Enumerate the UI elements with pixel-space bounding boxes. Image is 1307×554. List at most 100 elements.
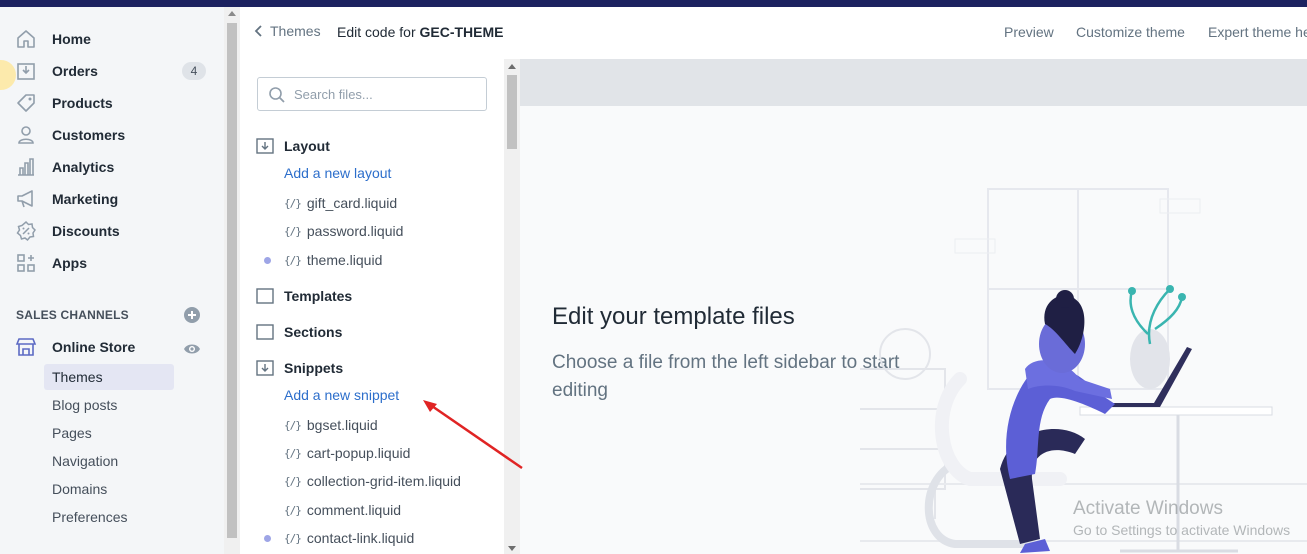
sub-item-domains[interactable]: Domains	[44, 476, 174, 502]
liquid-file-icon: {/}	[284, 196, 302, 210]
file-theme[interactable]: {/} theme.liquid	[284, 250, 382, 270]
folder-label-layout: Layout	[284, 138, 330, 154]
editor-tab-bar	[520, 59, 1307, 106]
empty-state-title: Edit your template files	[552, 303, 795, 330]
folder-sections[interactable]: Sections	[256, 321, 342, 343]
theme-name: GEC-THEME	[419, 24, 504, 40]
file-name: theme.liquid	[306, 252, 383, 268]
scrollbar-thumb[interactable]	[507, 75, 517, 149]
nav-label-home: Home	[52, 31, 91, 47]
liquid-file-icon: {/}	[284, 253, 302, 267]
liquid-file-icon: {/}	[284, 503, 302, 517]
folder-templates[interactable]: Templates	[256, 285, 352, 307]
editor-header: Themes Edit code for GEC-THEME Preview C…	[240, 7, 1307, 59]
scroll-down-arrow-icon[interactable]	[508, 546, 516, 551]
file-password[interactable]: {/} password.liquid	[284, 221, 403, 241]
sub-item-blog-posts[interactable]: Blog posts	[44, 392, 174, 418]
customize-theme-link[interactable]: Customize theme	[1076, 24, 1185, 40]
preview-link[interactable]: Preview	[1004, 24, 1054, 40]
page-title: Edit code for GEC-THEME	[337, 24, 504, 40]
nav-item-orders[interactable]: Orders 4	[0, 55, 224, 87]
add-new-snippet-link[interactable]: Add a new snippet	[284, 387, 399, 403]
back-label: Themes	[270, 23, 321, 39]
admin-sidebar: Home Orders 4 Products Customers Analyti…	[0, 7, 224, 554]
file-comment[interactable]: {/} comment.liquid	[284, 500, 401, 520]
file-sidebar: Layout Add a new layout {/} gift_card.liq…	[240, 59, 504, 554]
search-box[interactable]	[257, 77, 487, 111]
folder-layout[interactable]: Layout	[256, 135, 330, 157]
orders-icon	[14, 59, 38, 83]
file-bgset[interactable]: {/} bgset.liquid	[284, 415, 378, 435]
search-icon	[269, 87, 285, 103]
file-collection-grid-item[interactable]: {/} collection-grid-item.liquid	[284, 471, 461, 491]
liquid-file-icon: {/}	[284, 446, 302, 460]
nav-label-marketing: Marketing	[52, 191, 119, 207]
discount-icon	[14, 219, 38, 243]
file-name: bgset.liquid	[306, 417, 378, 433]
liquid-file-icon: {/}	[284, 224, 302, 238]
windows-activation-watermark: Activate Windows Go to Settings to activ…	[1073, 498, 1290, 538]
nav-item-customers[interactable]: Customers	[0, 119, 224, 151]
view-store-eye-icon[interactable]	[183, 340, 201, 358]
scroll-up-arrow-icon[interactable]	[228, 11, 236, 16]
scroll-up-arrow-icon[interactable]	[508, 64, 516, 69]
file-name: comment.liquid	[306, 502, 402, 518]
folder-snippets[interactable]: Snippets	[256, 357, 343, 379]
folder-label-sections: Sections	[284, 324, 343, 340]
liquid-file-icon: {/}	[284, 531, 302, 545]
top-bar	[0, 0, 1307, 7]
file-name: gift_card.liquid	[306, 195, 398, 211]
expert-theme-help-link[interactable]: Expert theme he	[1208, 24, 1307, 40]
search-files-input[interactable]	[294, 85, 479, 103]
chevron-left-icon	[254, 25, 262, 37]
folder-label-snippets: Snippets	[284, 360, 344, 376]
orders-count-badge: 4	[182, 62, 206, 80]
tag-icon	[14, 91, 38, 115]
folder-icon	[256, 288, 274, 304]
file-sidebar-scrollbar[interactable]	[504, 59, 520, 554]
nav-item-home[interactable]: Home	[0, 23, 224, 55]
nav-item-discounts[interactable]: Discounts	[0, 215, 224, 247]
modified-dot-icon	[264, 535, 271, 542]
sales-channels-heading: SALES CHANNELS	[16, 308, 129, 322]
file-name: cart-popup.liquid	[306, 445, 411, 461]
megaphone-icon	[14, 187, 38, 211]
person-icon	[14, 123, 38, 147]
file-name: password.liquid	[306, 223, 404, 239]
folder-open-icon	[256, 138, 274, 154]
editor-main: Edit your template files Choose a file f…	[520, 59, 1307, 554]
sub-item-navigation[interactable]: Navigation	[44, 448, 174, 474]
modified-dot-icon	[264, 257, 271, 264]
nav-item-analytics[interactable]: Analytics	[0, 151, 224, 183]
folder-label-templates: Templates	[284, 288, 353, 304]
nav-label-online-store: Online Store	[52, 339, 136, 355]
nav-label-analytics: Analytics	[52, 159, 115, 175]
liquid-file-icon: {/}	[284, 474, 302, 488]
liquid-file-icon: {/}	[284, 418, 302, 432]
sub-item-pages[interactable]: Pages	[44, 420, 174, 446]
nav-label-orders: Orders	[52, 63, 98, 79]
folder-open-icon	[256, 360, 274, 376]
nav-label-apps: Apps	[52, 255, 87, 271]
add-new-layout-link[interactable]: Add a new layout	[284, 165, 391, 181]
back-to-themes-link[interactable]: Themes	[254, 23, 321, 39]
nav-label-customers: Customers	[52, 127, 126, 143]
apps-icon	[14, 251, 38, 275]
file-gift-card[interactable]: {/} gift_card.liquid	[284, 193, 397, 213]
nav-item-marketing[interactable]: Marketing	[0, 183, 224, 215]
store-icon	[14, 335, 38, 359]
sub-item-preferences[interactable]: Preferences	[44, 504, 174, 530]
nav-item-products[interactable]: Products	[0, 87, 224, 119]
file-cart-popup[interactable]: {/} cart-popup.liquid	[284, 443, 410, 463]
file-contact-link[interactable]: {/} contact-link.liquid	[284, 528, 414, 548]
sub-item-themes[interactable]: Themes	[44, 364, 174, 390]
nav-label-discounts: Discounts	[52, 223, 120, 239]
file-name: contact-link.liquid	[306, 530, 415, 546]
watermark-line-1: Activate Windows	[1073, 498, 1223, 519]
scrollbar-thumb[interactable]	[227, 23, 237, 538]
add-sales-channel-icon[interactable]	[183, 306, 201, 324]
nav-item-apps[interactable]: Apps	[0, 247, 224, 279]
bar-chart-icon	[14, 155, 38, 179]
file-name: collection-grid-item.liquid	[306, 473, 461, 489]
admin-sidebar-scrollbar[interactable]	[224, 7, 240, 554]
